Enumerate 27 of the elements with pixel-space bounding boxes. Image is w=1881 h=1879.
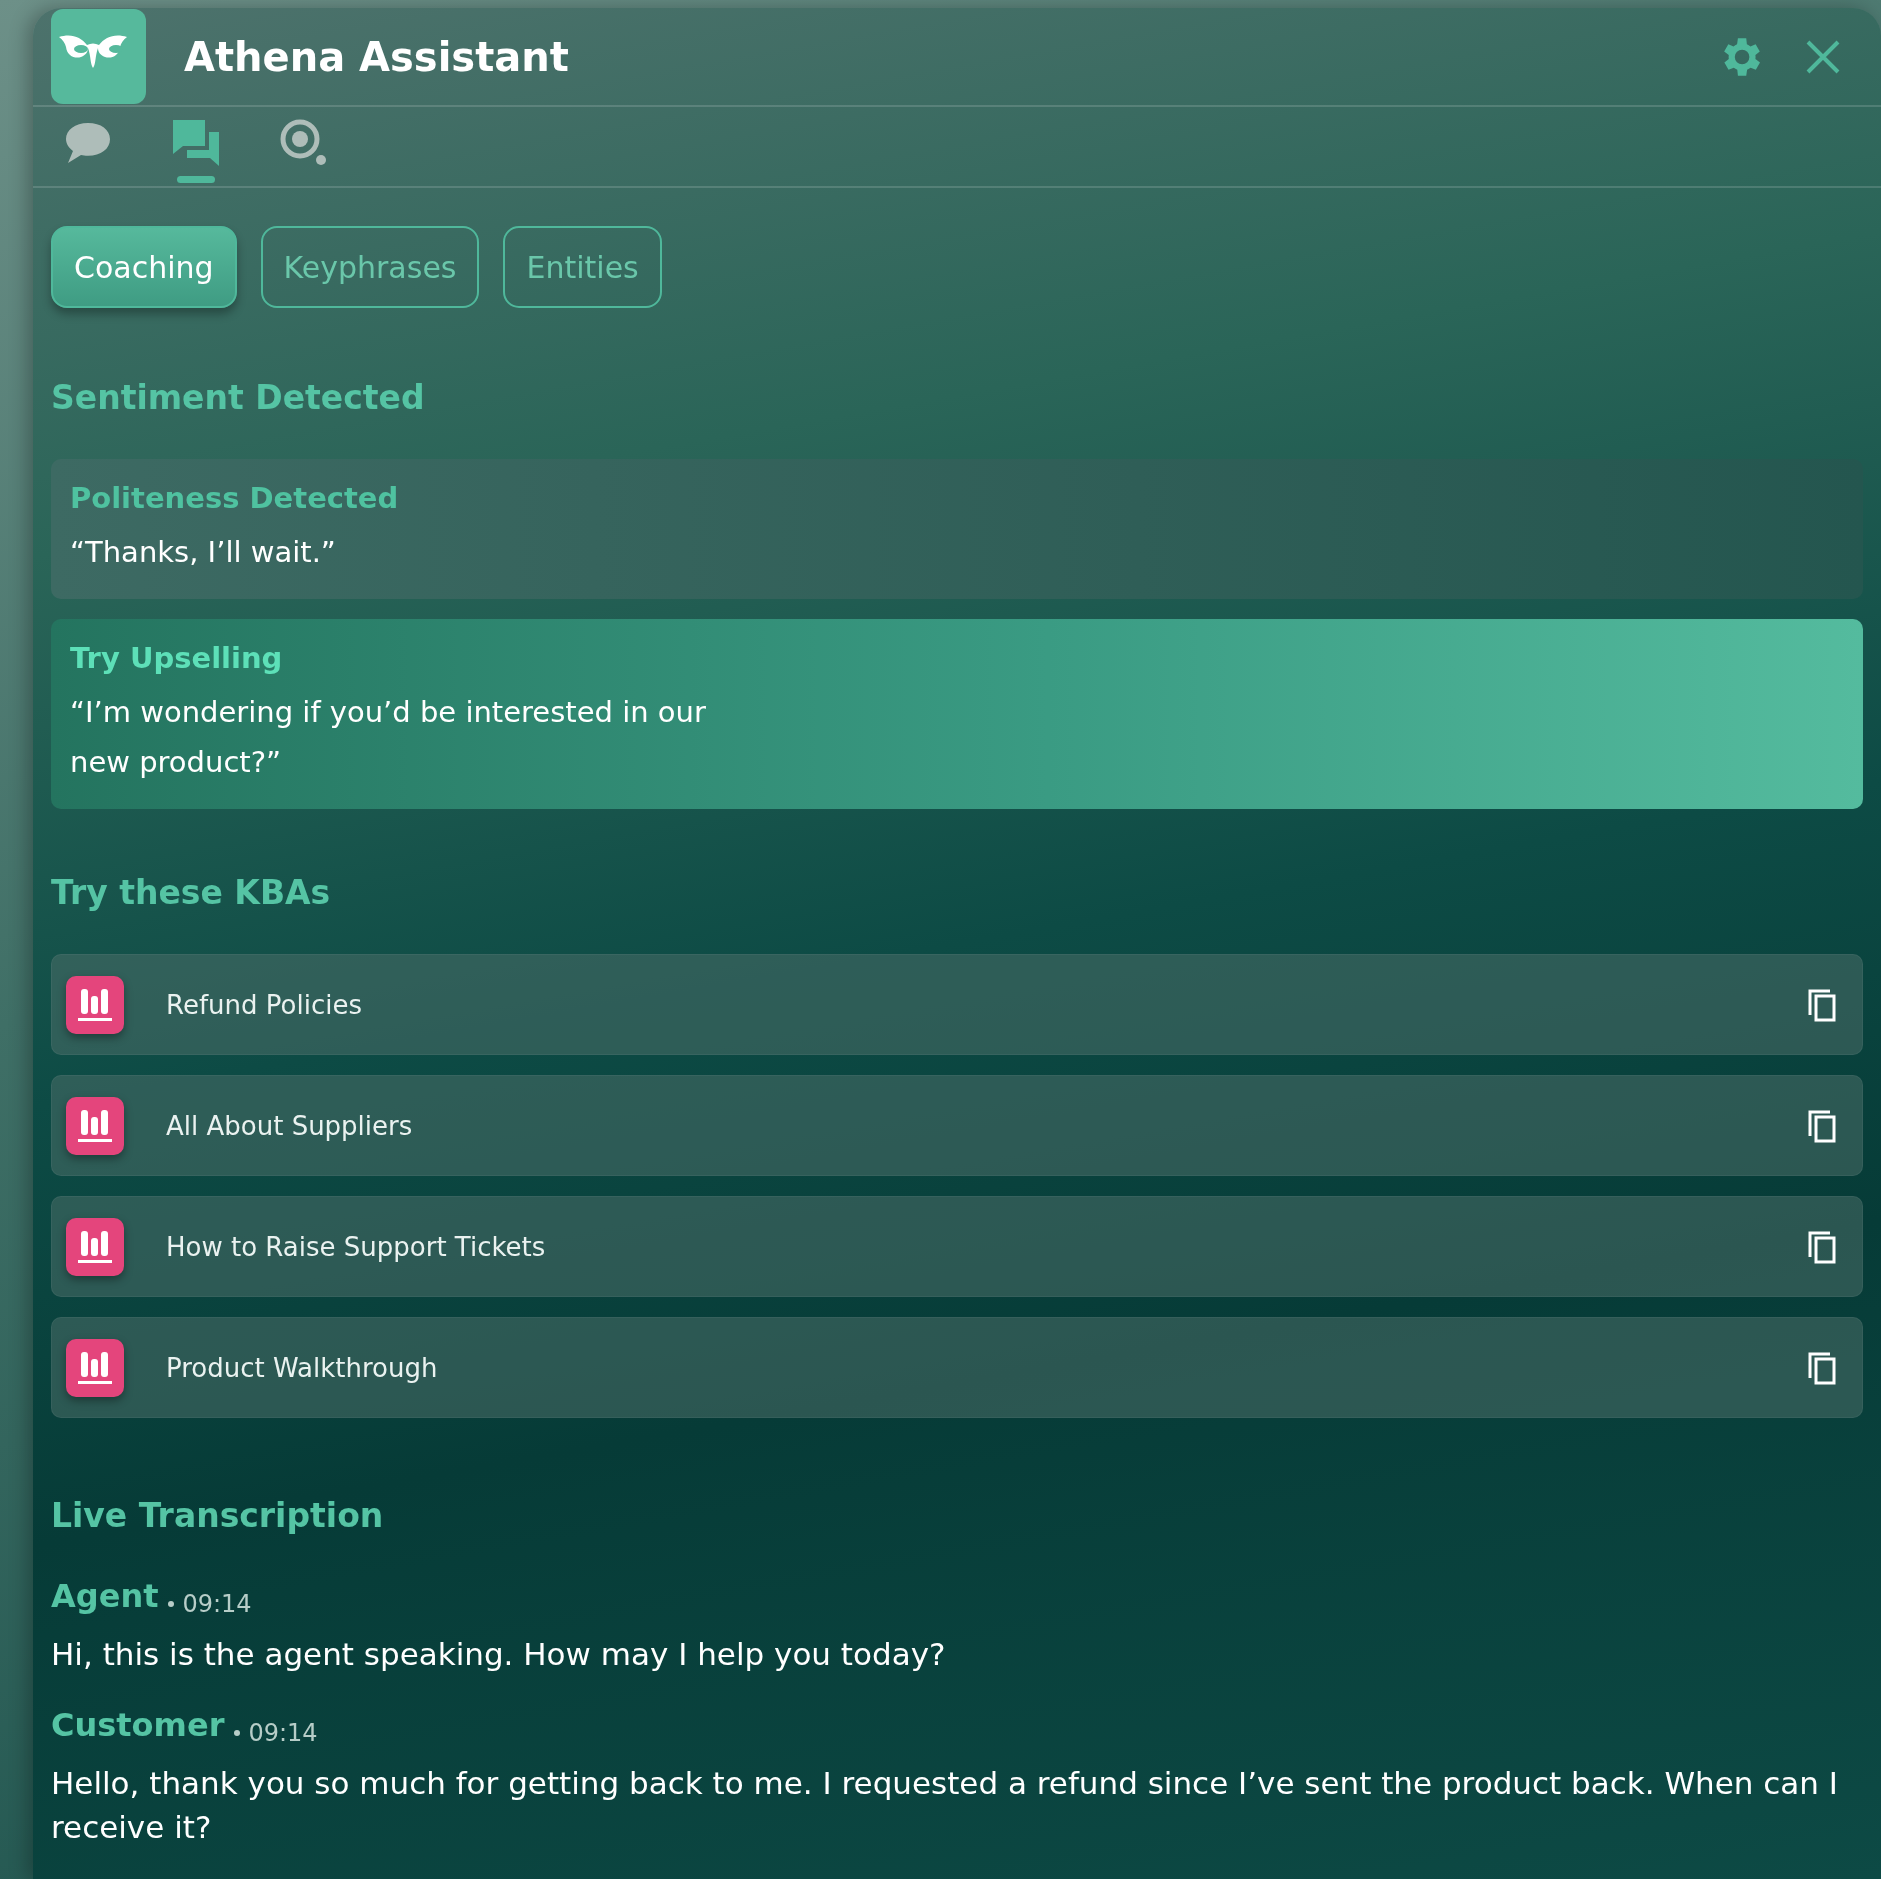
bar-chart-icon [66, 1338, 124, 1397]
kba-title: How to Raise Support Tickets [166, 1231, 547, 1262]
speaker-name: Customer [51, 1706, 225, 1744]
section-heading: Try these KBAs [51, 873, 332, 912]
kba-title: Product Walkthrough [166, 1352, 439, 1383]
kba-title: Refund Policies [166, 989, 363, 1020]
card-quote: “Thanks, I’ll wait.” [70, 534, 337, 571]
message-time: 09:14 [168, 1590, 252, 1618]
bar-chart-icon [66, 1217, 124, 1276]
message-text: Hello, thank you so much for getting back to me. I requested a refund since I’ve sent the product back. When can I receive it? [51, 1764, 1839, 1847]
kba-item[interactable]: Refund Policies [51, 954, 1863, 1055]
window-title: Athena Assistant [184, 33, 570, 80]
speaker-name: Agent [51, 1577, 159, 1615]
bar-chart-icon [66, 975, 124, 1034]
card-quote: “I’m wondering if you’d be interested in our new product?” [70, 694, 707, 781]
card-title: Politeness Detected [70, 481, 400, 515]
kba-item[interactable]: How to Raise Support Tickets [51, 1196, 1863, 1297]
message-text: Hi, this is the agent speaking. How may I help you today? [51, 1635, 947, 1674]
section-heading: Sentiment Detected [51, 378, 426, 417]
section-heading: Live Transcription [51, 1496, 385, 1535]
chat-bubbles-icon [171, 118, 221, 169]
kba-item[interactable]: Product Walkthrough [51, 1317, 1863, 1418]
kba-title: All About Suppliers [166, 1110, 414, 1141]
bar-chart-icon [66, 1096, 124, 1155]
card-title: Try Upselling [70, 641, 284, 675]
kba-item[interactable]: All About Suppliers [51, 1075, 1863, 1176]
message-time: 09:14 [234, 1719, 318, 1747]
